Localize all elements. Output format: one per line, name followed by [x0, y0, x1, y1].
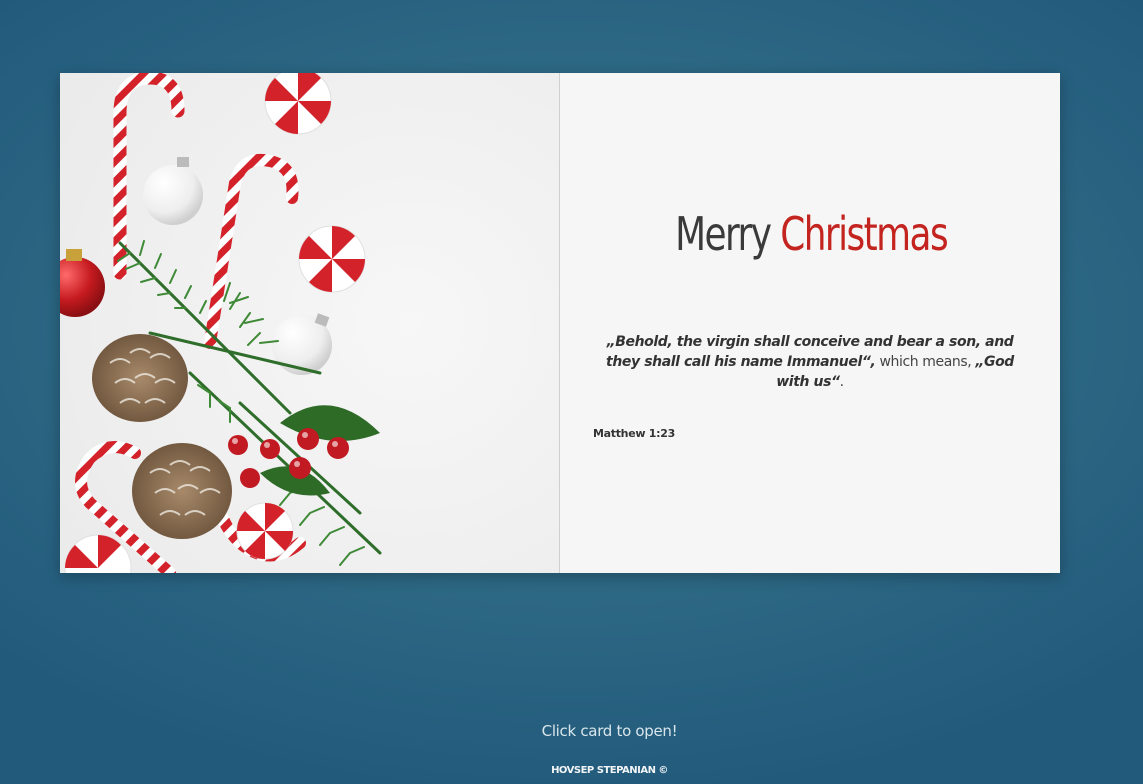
- card-title: Merry Christmas: [616, 211, 1006, 257]
- verse-reference: Matthew 1:23: [593, 427, 675, 440]
- title-word-merry: Merry: [675, 207, 772, 261]
- open-card-hint: Click card to open!: [541, 722, 678, 740]
- verse-text: which means,: [875, 354, 976, 370]
- author-credit: HOVSEP STEPANIAN ©: [551, 765, 668, 776]
- card-inside: Merry Christmas „Behold, the virgin shal…: [560, 73, 1060, 573]
- christmas-card[interactable]: Merry Christmas „Behold, the virgin shal…: [60, 73, 1060, 573]
- card-cover-image: [60, 73, 560, 573]
- bible-verse: „Behold, the virgin shall conceive and b…: [590, 332, 1030, 392]
- title-word-christmas: Christmas: [780, 207, 948, 261]
- verse-period: .: [839, 374, 844, 390]
- christmas-decorations-image: [60, 73, 559, 573]
